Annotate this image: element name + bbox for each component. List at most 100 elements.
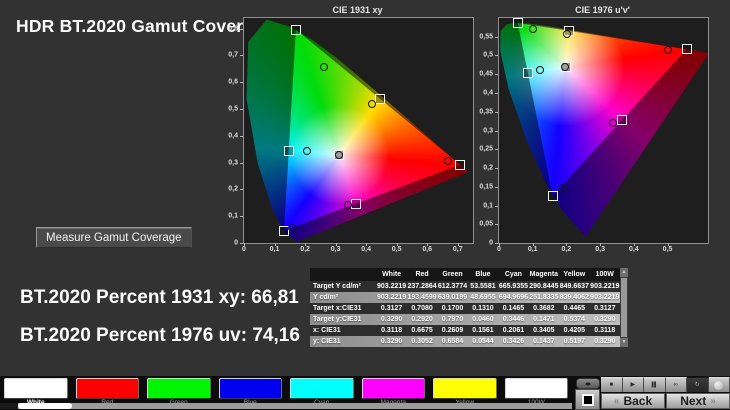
y-axis-tick <box>240 189 243 190</box>
pattern-window-indicator-button[interactable] <box>576 378 600 389</box>
pause-button[interactable]: ▌▌ <box>644 377 666 392</box>
table-cell: 665.9355 <box>498 283 528 290</box>
y-axis-tick <box>495 206 498 207</box>
y-axis-tick-label: 0,2 <box>483 164 493 171</box>
measured-marker-red <box>444 157 452 165</box>
pause-icon: ▌▌ <box>652 382 657 388</box>
table-cell: 0.3127 <box>590 305 620 312</box>
table-cell: 0.0460 <box>468 316 498 323</box>
play-icon: ▶ <box>630 382 635 388</box>
x-axis-tick-label: 0 <box>497 246 501 253</box>
swatch-color <box>433 378 497 399</box>
y-axis-tick-label: 0,55 <box>479 33 493 40</box>
table-cell: 0.3118 <box>376 327 406 334</box>
back-chevron-icon: « <box>614 396 620 407</box>
table-cell: 0.4465 <box>559 305 589 312</box>
table-cell: 0.3118 <box>590 327 620 334</box>
continuous-button[interactable]: ∞ <box>666 377 688 392</box>
table-row: y: CIE310.32900.30520.65840.05440.34260.… <box>310 336 620 347</box>
table-header-cell: Red <box>407 271 437 278</box>
y-axis-tick <box>495 224 498 225</box>
next-chevron-icon: » <box>710 396 716 407</box>
measured-marker-cyan <box>536 66 544 74</box>
swatch-color <box>362 378 426 399</box>
table-cell: 237.2864 <box>407 283 437 290</box>
target-marker-blue <box>548 191 558 201</box>
measured-marker-magenta <box>344 201 352 209</box>
scroll-up-button[interactable]: ▲ <box>620 268 628 277</box>
back-label: Back <box>623 394 652 408</box>
y-axis-tick <box>495 37 498 38</box>
table-cell: 0.3290 <box>376 316 406 323</box>
target-marker-red <box>682 44 692 54</box>
y-axis-tick-label: 0,45 <box>479 71 493 78</box>
y-axis-tick <box>240 136 243 137</box>
y-axis-tick <box>495 93 498 94</box>
target-marker-cyan <box>284 146 294 156</box>
y-axis-tick <box>495 131 498 132</box>
measured-marker-magenta <box>609 119 617 127</box>
measured-marker-white <box>335 151 343 159</box>
back-button[interactable]: « Back <box>601 393 665 409</box>
y-axis-tick-label: 0,8 <box>228 25 238 32</box>
indicator-button[interactable] <box>709 377 730 392</box>
table-row-label: Target y:CIE31 <box>310 316 376 323</box>
app-background: { "window": { "title": "HDR BT.2020 Gamu… <box>0 0 730 410</box>
table-row-label: y: CIE31 <box>310 338 376 345</box>
target-marker-green <box>513 18 523 28</box>
next-button[interactable]: Next » <box>666 393 730 409</box>
x-axis-tick-label: 0,1 <box>528 246 538 253</box>
table-cell: 251.8335 <box>529 294 559 301</box>
indicator-light-icon <box>714 381 723 390</box>
measure-gamut-coverage-button[interactable]: Measure Gamut Coverage <box>36 227 192 248</box>
table-cell: 849.6637 <box>559 283 589 290</box>
sync-icon: ↻ <box>695 382 700 388</box>
table-row: x: CIE310.31180.66750.26090.15610.20610.… <box>310 325 620 336</box>
table-cell: 0.2061 <box>498 327 528 334</box>
table-cell: 0.0544 <box>468 338 498 345</box>
table-header-cell: White <box>376 271 406 278</box>
gamut-1976-readout: BT.2020 Percent 1976 uv: 74,16 <box>20 325 300 347</box>
table-cell: 0.3446 <box>498 316 528 323</box>
table-cell: 53.5581 <box>468 283 498 290</box>
target-marker-green <box>291 25 301 35</box>
x-axis-tick-label: 0,5 <box>663 246 673 253</box>
y-axis-tick-label: 0,5 <box>483 52 493 59</box>
dot-icon <box>586 382 591 385</box>
swatch-color <box>76 378 140 399</box>
scrollbar-thumb[interactable] <box>621 278 627 337</box>
table-header-cell: 100W <box>590 271 620 278</box>
table-header-cell: Green <box>437 271 467 278</box>
table-header-cell: Blue <box>468 271 498 278</box>
table-scrollbar[interactable]: ▲ ▼ <box>620 268 628 347</box>
table-cell: 0.1465 <box>498 305 528 312</box>
table-cell: 0.1471 <box>529 316 559 323</box>
table-cell: 612.3774 <box>437 283 467 290</box>
table-cell: 903.2219 <box>590 294 620 301</box>
y-axis-tick-label: 0,4 <box>483 89 493 96</box>
table-cell: 0.3290 <box>590 316 620 323</box>
pattern-scrollbar-track[interactable] <box>0 403 572 409</box>
measured-marker-cyan <box>303 147 311 155</box>
table-cell: 0.3405 <box>529 327 559 334</box>
y-axis-tick-label: 0,2 <box>228 186 238 193</box>
x-axis-tick-label: 0,6 <box>422 246 432 253</box>
scroll-down-button[interactable]: ▼ <box>620 338 628 347</box>
next-label: Next <box>680 394 706 408</box>
pattern-scrollbar-thumb[interactable] <box>18 403 72 409</box>
table-cell: 694.9696 <box>498 294 528 301</box>
navigation-buttons: « Back Next » <box>601 393 730 409</box>
y-axis-tick <box>240 109 243 110</box>
play-button[interactable]: ▶ <box>623 377 645 392</box>
measured-marker-green <box>529 25 537 33</box>
table-header-row: WhiteRedGreenBlueCyanMagentaYellow100W <box>310 268 620 281</box>
target-marker-magenta <box>351 199 361 209</box>
stop-button[interactable]: ■ <box>601 377 623 392</box>
x-axis-tick-label: 0,4 <box>629 246 639 253</box>
sync-button[interactable]: ↻ <box>687 377 709 392</box>
y-axis-tick-label: 0 <box>234 240 238 247</box>
y-axis-tick-label: 0,6 <box>228 79 238 86</box>
y-axis-tick <box>240 55 243 56</box>
y-axis-tick <box>495 55 498 56</box>
pattern-window-button[interactable] <box>575 389 600 410</box>
